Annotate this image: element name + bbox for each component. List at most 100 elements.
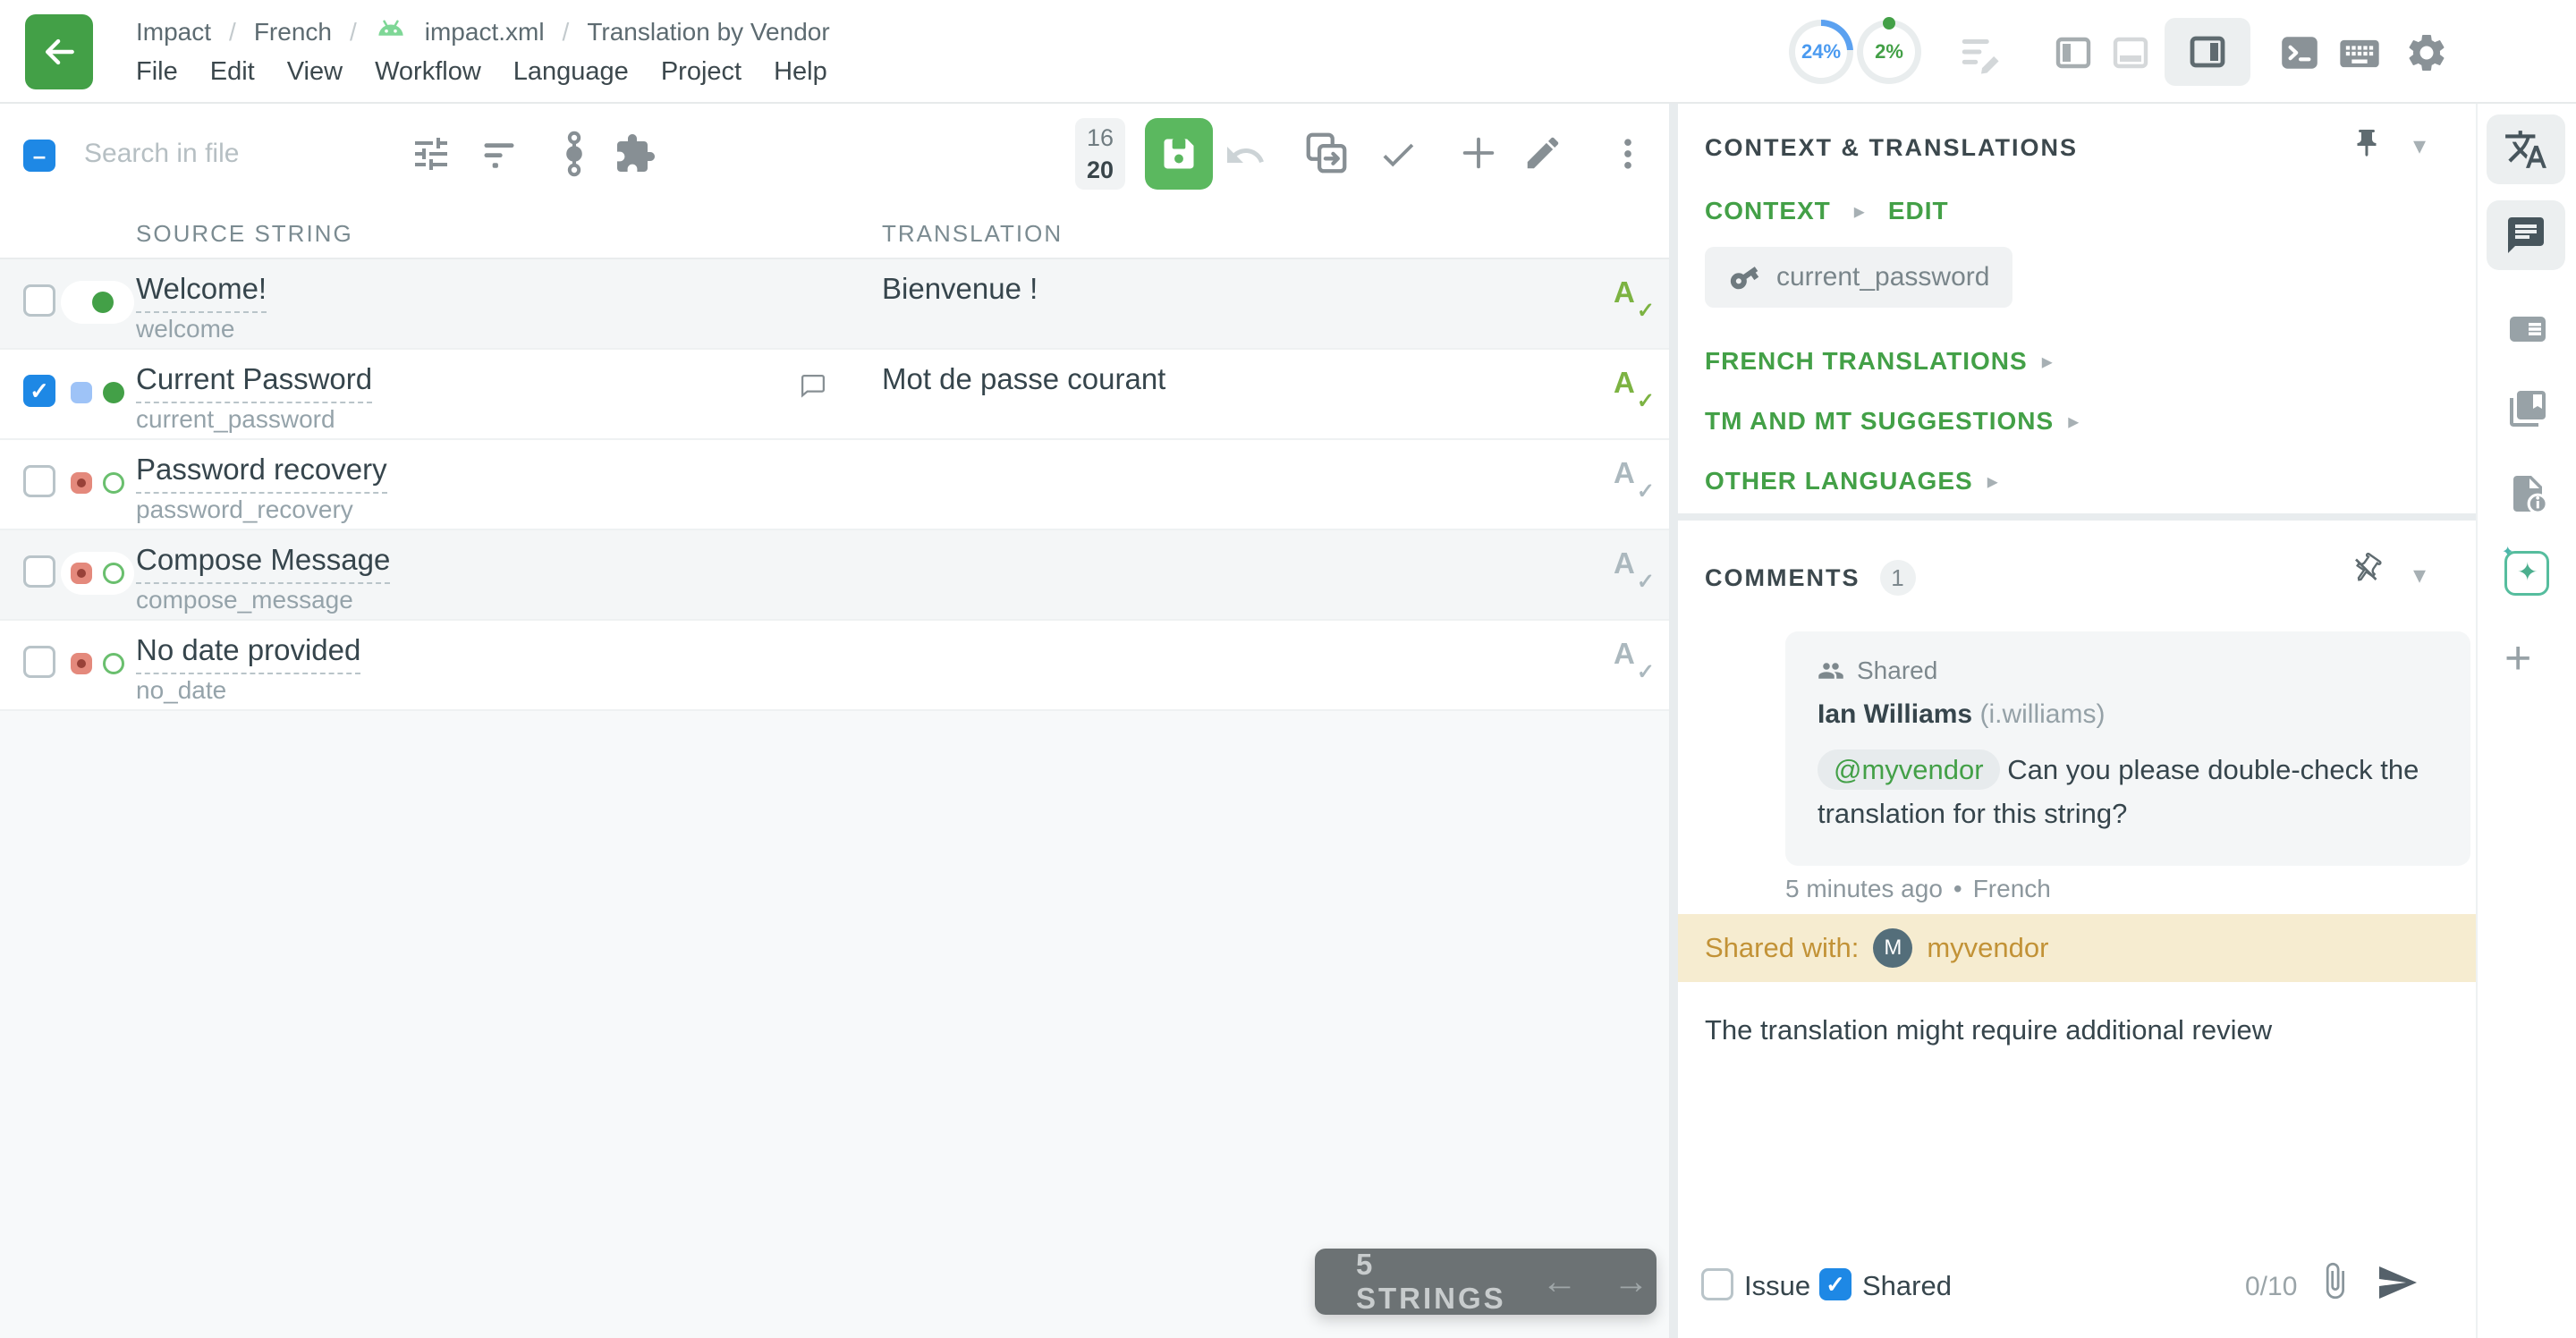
shared-checkbox[interactable]: ✓: [1819, 1268, 1852, 1300]
comment-author-name[interactable]: Ian Williams: [1818, 699, 1972, 729]
row-checkbox[interactable]: [23, 646, 55, 678]
prev-arrow-icon[interactable]: ←: [1542, 1262, 1578, 1302]
collapse-caret-icon[interactable]: ▾: [2413, 560, 2426, 589]
source-string[interactable]: Welcome!: [136, 272, 267, 306]
mention-chip[interactable]: @myvendor: [1818, 749, 2000, 790]
translate-rail-icon[interactable]: [2487, 114, 2565, 184]
comment-input[interactable]: The translation might require additional…: [1705, 1014, 2420, 1046]
comments-rail-icon[interactable]: [2487, 200, 2565, 270]
select-all-checkbox[interactable]: –: [23, 140, 55, 172]
comment-card: Shared Ian Williams (i.williams) @myvend…: [1785, 631, 2470, 866]
qa-check-icon[interactable]: A✓: [1614, 637, 1653, 687]
approve-check-icon[interactable]: [1377, 134, 1419, 175]
puzzle-icon[interactable]: [614, 132, 657, 175]
gear-icon[interactable]: [2404, 30, 2449, 75]
comment-language: French: [1973, 875, 2051, 903]
breadcrumb-file[interactable]: impact.xml: [425, 18, 545, 47]
copy-source-icon[interactable]: [1302, 129, 1351, 177]
translation-text[interactable]: Mot de passe courant: [882, 362, 1165, 396]
source-string[interactable]: No date provided: [136, 633, 360, 667]
issue-checkbox[interactable]: [1701, 1268, 1733, 1300]
approved-progress-ring[interactable]: 2%: [1857, 20, 1921, 84]
qa-check-icon[interactable]: A✓: [1614, 275, 1653, 326]
search-input[interactable]: [84, 129, 424, 179]
undo-icon[interactable]: [1224, 134, 1267, 177]
section-french-translations[interactable]: FRENCH TRANSLATIONS▸: [1705, 347, 2053, 376]
section-tm-and-mt-suggestions[interactable]: TM AND MT SUGGESTIONS▸: [1705, 407, 2079, 436]
breadcrumb-workflow-step[interactable]: Translation by Vendor: [587, 18, 829, 47]
workflow-steps-icon[interactable]: [556, 131, 592, 177]
table-row[interactable]: Compose Message compose_message A✓: [0, 530, 1669, 621]
keyboard-icon[interactable]: [2336, 30, 2383, 77]
menu-view[interactable]: View: [287, 57, 343, 87]
translation-status-icon: [103, 382, 124, 403]
section-other-languages[interactable]: OTHER LANGUAGES▸: [1705, 467, 1998, 495]
add-string-icon[interactable]: [1458, 132, 1499, 174]
save-button[interactable]: [1145, 118, 1213, 190]
section-caret-icon: ▸: [1854, 199, 1865, 224]
terminal-icon[interactable]: [2277, 30, 2322, 75]
qa-check-icon[interactable]: A✓: [1614, 366, 1653, 416]
menu-project[interactable]: Project: [661, 57, 741, 87]
visible-strings-counter[interactable]: 16 20: [1075, 118, 1125, 190]
qa-check-icon[interactable]: A✓: [1614, 546, 1653, 597]
strings-count-pill: 5 STRINGS ← →: [1315, 1249, 1657, 1315]
vendor-avatar: M: [1873, 928, 1912, 968]
string-key-chip[interactable]: current_password: [1705, 247, 2012, 308]
edit-list-icon[interactable]: [1959, 30, 2004, 75]
file-info-rail-icon[interactable]: [2506, 472, 2549, 515]
breadcrumb-language[interactable]: French: [254, 18, 332, 47]
qa-check-icon[interactable]: A✓: [1614, 456, 1653, 506]
edit-pencil-icon[interactable]: [1522, 132, 1563, 174]
menu-language[interactable]: Language: [513, 57, 629, 87]
filter-icon[interactable]: [479, 136, 519, 175]
section-caret-icon: ▸: [2068, 409, 2079, 435]
more-vertical-icon[interactable]: [1608, 134, 1648, 174]
comments-title-row: COMMENTS 1: [1705, 560, 1916, 596]
unpin-icon[interactable]: [2351, 553, 2383, 585]
translation-text[interactable]: Bienvenue !: [882, 272, 1038, 306]
source-string[interactable]: Password recovery: [136, 453, 387, 487]
menu-file[interactable]: File: [136, 57, 178, 87]
source-string[interactable]: Current Password: [136, 362, 372, 396]
section-label: OTHER LANGUAGES: [1705, 467, 1973, 495]
user-avatar[interactable]: [2485, 13, 2546, 73]
row-checkbox[interactable]: [23, 284, 55, 317]
info-card-rail-icon[interactable]: [2506, 308, 2549, 351]
layout-bottom-icon[interactable]: [2109, 31, 2152, 74]
back-button[interactable]: [25, 14, 93, 89]
source-string[interactable]: Compose Message: [136, 543, 390, 577]
context-link[interactable]: CONTEXT: [1705, 197, 1831, 225]
menu-help[interactable]: Help: [774, 57, 827, 87]
ai-rail-icon[interactable]: ✦ ✦: [2504, 551, 2549, 596]
menu-workflow[interactable]: Workflow: [375, 57, 481, 87]
vendor-name[interactable]: myvendor: [1927, 932, 2048, 964]
edit-context-link[interactable]: EDIT: [1888, 197, 1949, 225]
layout-left-icon[interactable]: [2052, 31, 2095, 74]
translation-status-icon: [103, 472, 124, 494]
paperclip-icon[interactable]: [2315, 1261, 2354, 1300]
row-checkbox[interactable]: [23, 465, 55, 497]
send-icon[interactable]: [2376, 1261, 2419, 1304]
translated-progress-ring[interactable]: 24%: [1789, 20, 1853, 84]
row-checkbox[interactable]: ✓: [23, 375, 55, 407]
next-arrow-icon[interactable]: →: [1614, 1262, 1649, 1302]
layout-right-icon[interactable]: [2165, 18, 2250, 86]
comment-time[interactable]: 5 minutes ago: [1785, 875, 1943, 903]
table-row[interactable]: ✓ Current Password current_password Mot …: [0, 350, 1669, 440]
table-row[interactable]: No date provided no_date A✓: [0, 621, 1669, 711]
menu-edit[interactable]: Edit: [210, 57, 255, 87]
breadcrumb-project[interactable]: Impact: [136, 18, 211, 47]
row-checkbox[interactable]: [23, 555, 55, 588]
comment-meta: 5 minutes ago • French: [1785, 875, 2051, 903]
settings-sliders-icon[interactable]: [410, 132, 453, 175]
table-row[interactable]: Password recovery password_recovery A✓: [0, 440, 1669, 530]
strings-count-label: 5 STRINGS: [1356, 1248, 1506, 1316]
add-rail-icon[interactable]: +: [2504, 637, 2531, 680]
top-bar: Impact / French / impact.xml / Translati…: [0, 0, 2576, 104]
table-row[interactable]: Welcome! welcome Bienvenue ! A✓: [0, 259, 1669, 350]
status-icons: [61, 642, 134, 685]
collapse-caret-icon[interactable]: ▾: [2413, 131, 2426, 160]
pin-icon[interactable]: [2351, 127, 2383, 159]
bookmarks-rail-icon[interactable]: [2506, 387, 2549, 430]
